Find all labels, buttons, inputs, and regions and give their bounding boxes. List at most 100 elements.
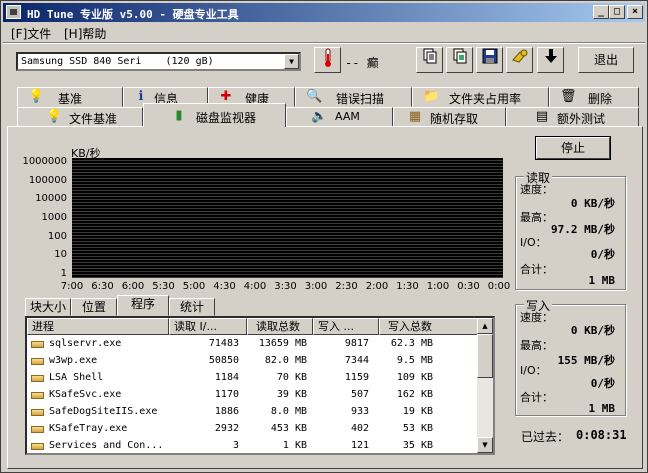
subtab-position[interactable]: 位置: [71, 298, 117, 316]
x-tick-label: 6:00: [121, 281, 145, 292]
chart-gridline: [72, 199, 503, 200]
chart-gridline: [72, 169, 503, 170]
tab-random-access[interactable]: ▦ 随机存取: [393, 107, 506, 127]
x-tick-label: 2:00: [365, 281, 389, 292]
extra-test-icon: ▤: [535, 109, 549, 124]
tab-aam[interactable]: 🔈 AAM: [286, 107, 393, 127]
process-icon: [31, 375, 44, 382]
copy-info-icon: [423, 48, 436, 64]
read-io: 1170: [214, 389, 239, 400]
chart-gridline: [72, 265, 503, 266]
write-stats-group: 写入 速度： 0 KB/秒 最高： 155 MB/秒 I/O： 0/秒 合计： …: [515, 297, 626, 416]
table-row[interactable]: LSA Shell 1184 70 KB 1159 109 KB: [27, 369, 479, 386]
read-total: 453 KB: [270, 423, 307, 434]
y-tick-label: 1000000: [22, 156, 67, 167]
read-total: 70 KB: [276, 372, 307, 383]
chart-gridline: [72, 268, 503, 269]
read-total: 82.0 MB: [264, 355, 307, 366]
write-io: 1159: [344, 372, 369, 383]
write-total: 35 KB: [402, 440, 433, 451]
exit-button[interactable]: 退出: [578, 47, 634, 73]
app-icon[interactable]: [6, 5, 21, 19]
read-total: 1 KB: [282, 440, 307, 451]
stop-button[interactable]: 停止: [536, 137, 610, 159]
write-io: 7344: [344, 355, 369, 366]
list-scrollbar[interactable]: ▲ ▼: [477, 318, 493, 453]
elapsed-value: 0:08:31: [576, 428, 627, 442]
read-total: 13659 MB: [258, 338, 307, 349]
x-tick-label: 4:00: [243, 281, 267, 292]
tab-erase[interactable]: 🗑 删除: [549, 87, 639, 107]
chart-gridline: [72, 175, 503, 176]
column-header-process[interactable]: 进程: [27, 318, 169, 335]
tab-file-benchmark[interactable]: 💡 文件基准: [17, 107, 143, 127]
read-total-label: 合计：: [520, 263, 553, 276]
write-max-label: 最高：: [520, 339, 553, 352]
minimize-button[interactable]: _: [593, 5, 609, 19]
magnifier-icon: 🔍: [306, 89, 323, 104]
close-button[interactable]: ×: [627, 5, 643, 19]
subtab-block-size[interactable]: 块大小: [25, 298, 71, 316]
drive-select[interactable]: Samsung SSD 840 Seri (120 gB) ▼: [16, 52, 301, 71]
write-io: 402: [350, 423, 369, 434]
column-header-read-io[interactable]: 读取 I/...: [169, 318, 247, 335]
read-speed-label: 速度：: [520, 183, 553, 196]
table-row[interactable]: KSafeTray.exe 2932 453 KB 402 53 KB: [27, 420, 479, 437]
scroll-thumb[interactable]: [477, 334, 493, 378]
tab-benchmark[interactable]: 💡 基准: [17, 87, 123, 107]
down-arrow-button[interactable]: [537, 47, 564, 73]
chart-gridline: [72, 196, 503, 197]
column-header-read-total[interactable]: 读取总数: [247, 318, 313, 335]
tab-disk-monitor[interactable]: ▮ 磁盘监视器: [143, 103, 286, 127]
write-total-value: 1 MB: [588, 402, 616, 415]
scroll-up-button[interactable]: ▲: [477, 318, 493, 334]
chart-gridline: [72, 238, 503, 239]
table-row[interactable]: sqlservr.exe 71483 13659 MB 9817 62.3 MB: [27, 335, 479, 352]
read-io-value: 0/秒: [590, 248, 615, 261]
chart-gridline: [72, 223, 503, 224]
elapsed-time: 已过去： 0:08:31: [521, 428, 627, 445]
copy-info-button[interactable]: [416, 47, 443, 73]
options-button[interactable]: [506, 47, 533, 73]
chart-gridline: [72, 172, 503, 173]
menu-bar: [F]文件 [H]帮助: [3, 23, 645, 41]
menu-file[interactable]: [F]文件: [11, 25, 51, 42]
menu-help[interactable]: [H]帮助: [64, 25, 106, 42]
lightbulb-icon: 💡: [28, 89, 45, 104]
chart-gridline: [72, 193, 503, 194]
drive-select-value: Samsung SSD 840 Seri (120 gB): [21, 56, 214, 67]
write-max-value: 155 MB/秒: [557, 354, 615, 367]
down-arrow-icon: [544, 49, 557, 63]
chart-gridline: [72, 271, 503, 272]
save-button[interactable]: [476, 47, 503, 73]
subtab-program[interactable]: 程序: [117, 295, 169, 316]
copy-screen-icon: [453, 48, 466, 64]
column-header-write-io[interactable]: 写入 ...: [313, 318, 379, 335]
table-row[interactable]: w3wp.exe 50850 82.0 MB 7344 9.5 MB: [27, 352, 479, 369]
speaker-icon: 🔈: [311, 109, 328, 124]
process-icon: [31, 426, 44, 433]
process-name: SafeDogSiteIIS.exe: [49, 406, 158, 417]
write-total: 162 KB: [396, 389, 433, 400]
chart-gridline: [72, 163, 503, 164]
table-row[interactable]: SafeDogSiteIIS.exe 1886 8.0 MB 933 19 KB: [27, 403, 479, 420]
column-header-write-total[interactable]: 写入总数: [379, 318, 479, 335]
copy-screen-button[interactable]: [446, 47, 473, 73]
chart-gridline: [72, 241, 503, 242]
subtab-statistics[interactable]: 统计: [169, 298, 215, 316]
read-speed-value: 0 KB/秒: [570, 197, 615, 210]
chevron-down-icon[interactable]: ▼: [284, 54, 299, 69]
table-row[interactable]: KSafeSvc.exe 1170 39 KB 507 162 KB: [27, 386, 479, 403]
chart-gridline: [72, 181, 503, 182]
trash-icon: 🗑: [560, 89, 577, 104]
chart-gridline: [72, 247, 503, 248]
temperature-button[interactable]: [314, 47, 341, 73]
scroll-down-button[interactable]: ▼: [477, 437, 493, 453]
tab-extra-tests[interactable]: ▤ 额外测试: [506, 107, 639, 127]
table-row[interactable]: Services and Con... 3 1 KB 121 35 KB: [27, 437, 479, 453]
title-bar[interactable]: HD Tune 专业版 v5.00 - 硬盘专业工具 _ □ ×: [3, 3, 645, 22]
tab-folder-usage[interactable]: 📁 文件夹占用率: [412, 87, 549, 107]
tab-error-scan[interactable]: 🔍 错误扫描: [295, 87, 412, 107]
maximize-button[interactable]: □: [609, 5, 625, 19]
read-io: 1886: [214, 406, 239, 417]
